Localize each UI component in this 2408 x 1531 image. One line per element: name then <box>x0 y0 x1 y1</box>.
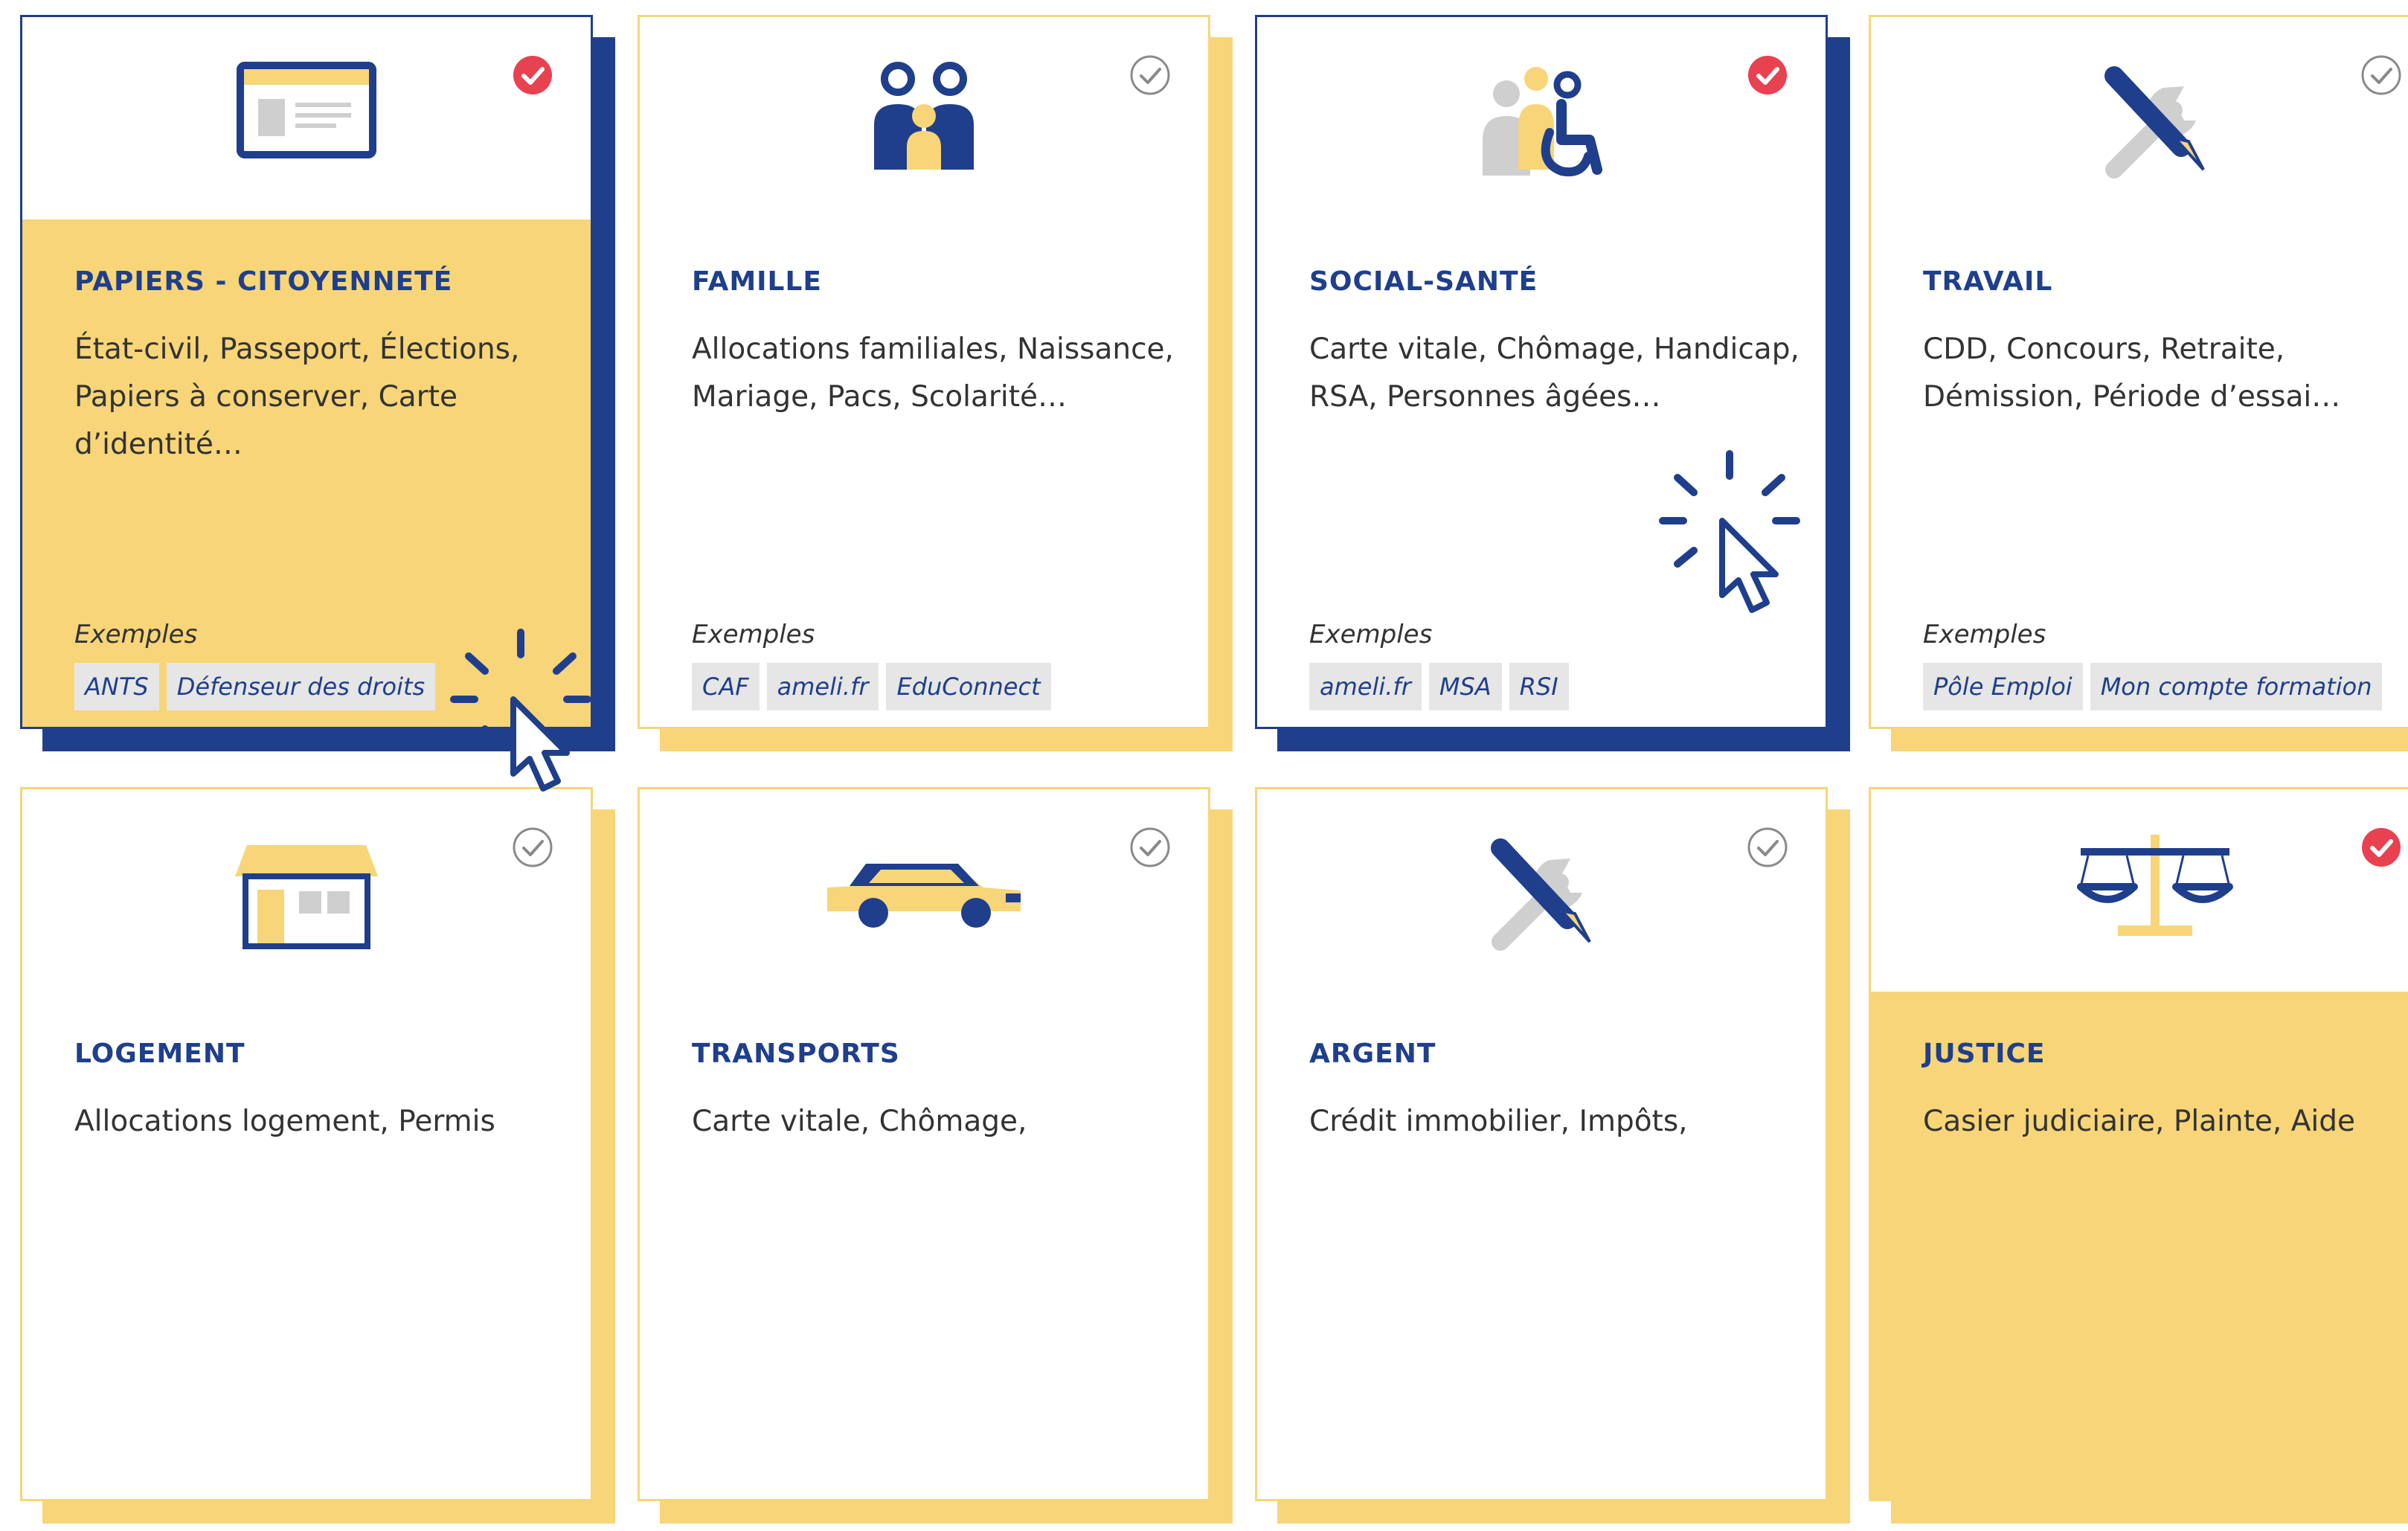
card-transports[interactable]: TRANSPORTS Carte vitale, Chômage, <box>638 787 1233 1531</box>
unchecked-icon[interactable] <box>1129 54 1171 96</box>
car-icon <box>827 864 1021 928</box>
card-title: TRANSPORTS <box>692 1039 900 1069</box>
tag[interactable]: RSI <box>1509 663 1569 710</box>
tag[interactable]: CAF <box>692 663 760 710</box>
id-card-icon <box>237 62 376 158</box>
unchecked-icon[interactable] <box>2360 54 2402 96</box>
card-justice[interactable]: JUSTICE Casier judiciaire, Plainte, Aide <box>1869 787 2408 1531</box>
tag[interactable]: ANTS <box>74 663 159 710</box>
tools-icon <box>1491 838 1591 951</box>
scales-icon <box>2077 835 2233 936</box>
card-travail[interactable]: TRAVAIL CDD, Concours, Retraite, Démissi… <box>1869 15 2408 759</box>
accessibility-icon <box>1483 67 1602 176</box>
tag[interactable]: MSA <box>1428 663 1502 710</box>
tools-icon <box>2104 66 2205 179</box>
card-description: CDD, Concours, Retraite, Démission, Péri… <box>1923 333 2341 414</box>
card-description: Crédit immobilier, Impôts, <box>1309 1105 1688 1138</box>
card-panel[interactable]: TRANSPORTS Carte vitale, Chômage, <box>638 787 1210 1501</box>
tag-list: ANTS Défenseur des droits <box>74 663 436 710</box>
card-title: SOCIAL-SANTÉ <box>1309 266 1538 297</box>
unchecked-icon[interactable] <box>512 827 553 868</box>
card-panel[interactable]: FAMILLE Allocations familiales, Naissanc… <box>638 15 1210 729</box>
tag[interactable]: Pôle Emploi <box>1923 663 2083 710</box>
card-panel[interactable]: ARGENT Crédit immobilier, Impôts, <box>1255 787 1828 1501</box>
click-cursor-icon <box>450 629 591 792</box>
house-icon <box>235 845 378 949</box>
checked-icon[interactable] <box>512 54 553 96</box>
card-description: État-civil, Passeport, Élections, Papier… <box>74 333 520 461</box>
card-title: FAMILLE <box>692 266 823 297</box>
examples-label: Exemples <box>1309 620 1433 649</box>
card-social-sante[interactable]: SOCIAL-SANTÉ Carte vitale, Chômage, Hand… <box>1255 15 1850 759</box>
card-title: LOGEMENT <box>74 1039 245 1069</box>
card-panel[interactable]: TRAVAIL CDD, Concours, Retraite, Démissi… <box>1869 15 2408 729</box>
checked-icon[interactable] <box>1747 54 1788 96</box>
family-icon <box>874 62 974 170</box>
unchecked-icon[interactable] <box>1129 827 1171 868</box>
tag-list: ameli.fr MSA RSI <box>1309 663 1569 710</box>
tag[interactable]: EduConnect <box>886 663 1051 710</box>
card-description: Carte vitale, Chômage, Handicap, RSA, Pe… <box>1309 333 1799 414</box>
card-title: ARGENT <box>1309 1039 1436 1069</box>
card-famille[interactable]: FAMILLE Allocations familiales, Naissanc… <box>638 15 1233 759</box>
unchecked-icon[interactable] <box>1747 827 1788 868</box>
card-title: PAPIERS - CITOYENNETÉ <box>74 266 453 297</box>
card-panel[interactable]: LOGEMENT Allocations logement, Permis <box>20 787 593 1501</box>
tag-list: CAF ameli.fr EduConnect <box>692 663 1051 710</box>
card-logement[interactable]: LOGEMENT Allocations logement, Permis <box>20 787 615 1531</box>
card-argent[interactable]: ARGENT Crédit immobilier, Impôts, <box>1255 787 1850 1531</box>
click-cursor-icon <box>1659 450 1800 613</box>
card-title: TRAVAIL <box>1923 266 2053 297</box>
tag[interactable]: Défenseur des droits <box>166 663 436 710</box>
tag[interactable]: Mon compte formation <box>2090 663 2383 710</box>
card-title: JUSTICE <box>1923 1039 2046 1069</box>
card-description: Carte vitale, Chômage, <box>692 1105 1027 1138</box>
examples-label: Exemples <box>1923 620 2046 649</box>
checked-icon[interactable] <box>2360 827 2402 868</box>
examples-label: Exemples <box>74 620 198 649</box>
tag[interactable]: ameli.fr <box>1309 663 1422 710</box>
tag[interactable]: ameli.fr <box>766 663 879 710</box>
tag-list: Pôle Emploi Mon compte formation <box>1923 663 2383 710</box>
card-description: Allocations familiales, Naissance, Maria… <box>692 333 1174 414</box>
card-panel[interactable]: JUSTICE Casier judiciaire, Plainte, Aide <box>1869 787 2408 1501</box>
card-description: Casier judiciaire, Plainte, Aide <box>1923 1105 2355 1138</box>
card-description: Allocations logement, Permis <box>74 1105 495 1138</box>
examples-label: Exemples <box>692 620 815 649</box>
